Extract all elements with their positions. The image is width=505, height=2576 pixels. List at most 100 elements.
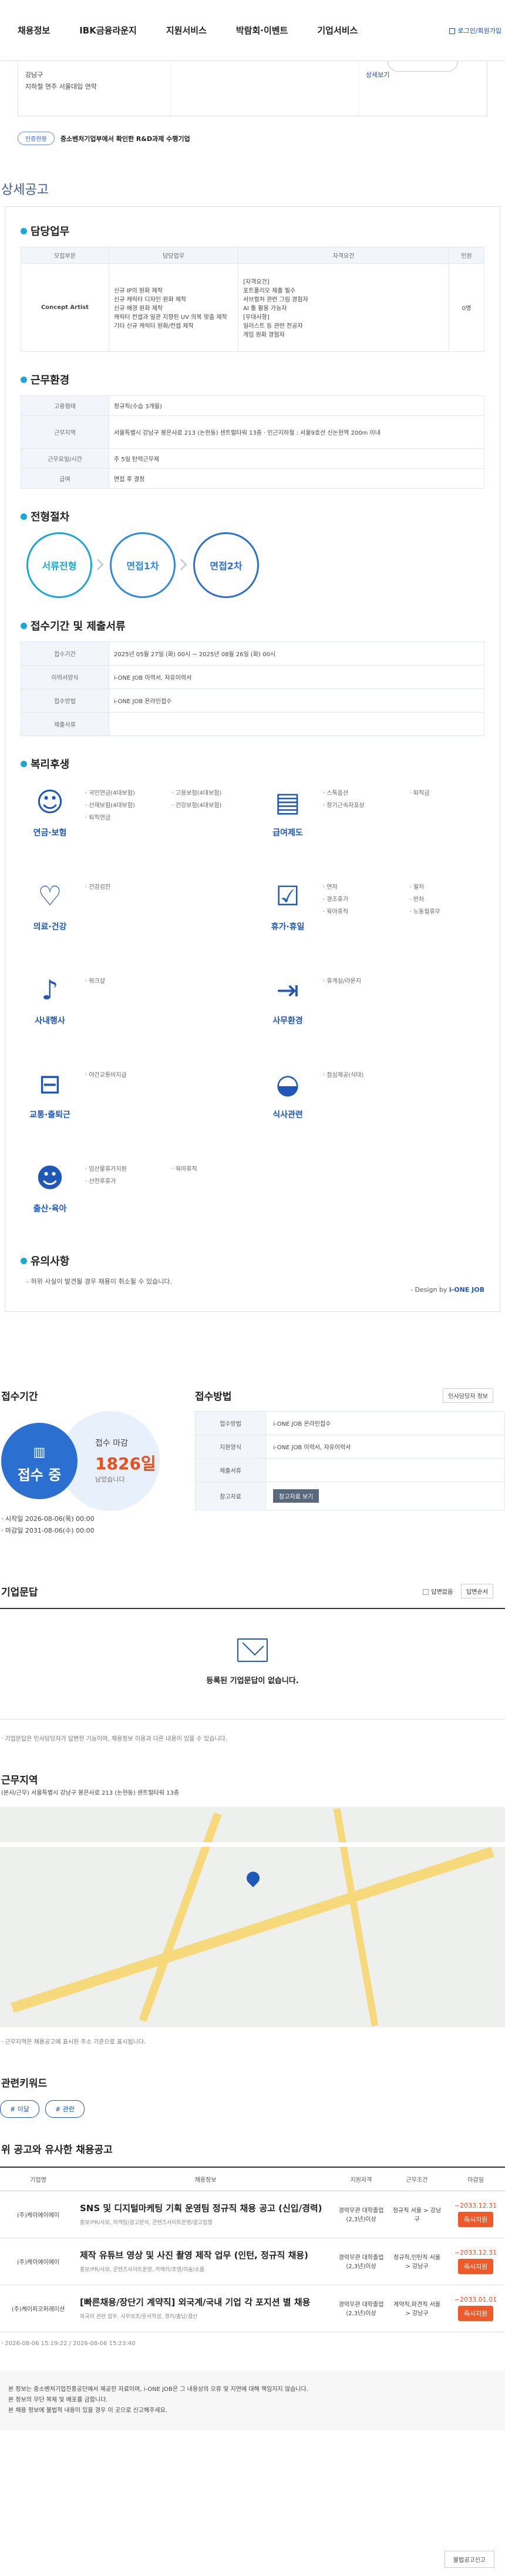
job-cond: 정규직 서울 > 강남구: [388, 2191, 446, 2238]
anon-checkbox[interactable]: 답변없음: [423, 1587, 453, 1596]
top-navigation: 채용정보 IBK금융라운지 지원서비스 박람회·이벤트 기업서비스 로그인/회원…: [0, 0, 505, 61]
login-link[interactable]: 로그인/회원가입: [449, 26, 501, 35]
menu-corporate[interactable]: 기업서비스: [317, 24, 358, 36]
table-row[interactable]: (주)케이에이에이 제작 유튜브 영상 및 사진 촬영 제작 업무 (인턴, 정…: [0, 2238, 505, 2285]
benefit-label: 의료·건강: [33, 922, 67, 932]
qa-note: · 기업문답은 인사담당자가 답변한 기능이며, 채용정보 이용과 다른 내용이…: [1, 1735, 227, 1742]
benefit-label: 식사관련: [272, 1110, 303, 1120]
benefit-item: 워크샵: [85, 976, 160, 985]
map-road: [0, 1842, 505, 1847]
cond-value: 면접 후 결정: [109, 468, 484, 489]
menu-support[interactable]: 지원서비스: [166, 24, 207, 36]
menu-events[interactable]: 박람회·이벤트: [236, 24, 288, 36]
keyword-pill[interactable]: # 관련: [45, 2100, 85, 2118]
job-qual: 경력무관 대학졸업(2,3년)이상: [335, 2191, 388, 2238]
cond-key: 근무요일/시간: [21, 448, 109, 469]
benefit-item: 장기근속자포상: [323, 800, 398, 809]
receipt-method: 접수방법 인사담당자 정보 접수방법 i-ONE JOB 온라인접수 지원양식 i-…: [195, 1388, 505, 1537]
deadline-text: ~2033.12.31: [454, 2248, 497, 2256]
job-title[interactable]: [빠른채용/장단기 계약직] 외국계/국내 기업 각 포지션 별 채용: [80, 2296, 331, 2309]
cond-key: 고용형태: [21, 395, 109, 416]
apply-button[interactable]: 즉시지원: [457, 2211, 494, 2227]
job-cond: 정규직,인턴직 서울 > 강남구: [388, 2238, 446, 2285]
company-name[interactable]: (주)케이에이에이: [0, 2191, 76, 2238]
detail-link[interactable]: 상세보기: [366, 71, 389, 79]
benefit-items: 연차 월차경조휴가 반차육아휴직 노동절휴무: [323, 877, 484, 948]
qa-sort-select[interactable]: 답변순서: [461, 1583, 493, 1598]
method-value: i-ONE JOB 온라인접수: [265, 1411, 505, 1435]
report-button[interactable]: 불법공고신고: [444, 2551, 494, 2568]
benefit-group: ☻ 출산·육아 임산물휴가지원 육아휴직산전후휴가: [21, 1159, 247, 1230]
menu-lounge[interactable]: IBK금융라운지: [79, 24, 137, 36]
login-label: 로그인/회원가입: [457, 27, 501, 35]
job-title[interactable]: 제작 유튜브 영상 및 사진 촬영 제작 업무 (인턴, 정규직 채용): [80, 2249, 331, 2262]
table-row[interactable]: (주)케이에이에이 SNS 및 디지털마케팅 기획 운영팀 정규직 채용 공고 …: [0, 2191, 505, 2238]
receipt-dates: · 시작일 2026-08-06(목) 00:00 · 마감일 2031-08-…: [1, 1513, 195, 1537]
job-sub: 외국어 관련 업무, 사무보조/문서작성, 경리/출납/결산: [80, 2314, 198, 2320]
step-label: 서류전형: [42, 560, 77, 572]
job-cell: 제작 유튜브 영상 및 사진 촬영 제작 업무 (인턴, 정규직 채용) 홍보/P…: [76, 2238, 335, 2285]
benefit-item: 산전후휴가: [85, 1176, 160, 1185]
benefit-icon-wrap: ☻ 출산·육아: [21, 1159, 79, 1230]
location-address: (본사/근무) 서울특별시 강남구 봉은사로 213 (논현동) 센트럴타워 1…: [1, 1789, 180, 1796]
company-name[interactable]: (주)케이피코퍼레이션: [0, 2285, 76, 2332]
apply-button[interactable]: 즉시지원: [457, 2258, 494, 2274]
cond-key: 급여: [21, 468, 109, 489]
keyword-pill[interactable]: # 이달: [0, 2100, 39, 2118]
timestamp: · 2026-08-06 15:19:22 / 2026-08-06 15:23…: [1, 2340, 136, 2347]
qa-heading: 기업문답: [1, 1586, 38, 1598]
info-value: [109, 712, 484, 736]
blank-cell: [171, 61, 359, 116]
step-1: 서류전형: [26, 532, 104, 598]
benefit-items: 워크샵: [85, 971, 247, 1042]
detail-title: 상세공고: [1, 183, 49, 197]
keywords-heading: 관련키워드: [1, 2077, 48, 2090]
col-count: 인원: [449, 247, 484, 264]
method-key: 지원양식: [195, 1435, 266, 1459]
benefit-item: 점심제공(식대): [323, 1070, 398, 1079]
benefit-item: 노동절휴무: [410, 906, 485, 915]
menu-jobs[interactable]: 채용정보: [18, 24, 50, 36]
bowl-icon: ◒: [275, 1068, 300, 1100]
method-key: 참고자료: [195, 1482, 266, 1510]
address-line1: 강남구: [25, 71, 43, 79]
apply-button[interactable]: 즉시지원: [457, 2305, 494, 2321]
benefit-group: ♡ 의료·건강 건강검진: [21, 877, 247, 948]
job-qual: 경력무관 대학졸업(2,3년)이상: [335, 2238, 388, 2285]
req-item: [자격요건]: [243, 279, 270, 286]
duty-tasks: 신규 IP의 원화 제작 신규 캐릭터 디자인 원화 제작 신규 배경 원화 제…: [109, 263, 238, 352]
benefit-item: 고용보험(4대보험): [172, 788, 247, 797]
benefit-label: 출산·육아: [33, 1204, 67, 1214]
benefit-icon-wrap: ▤ 급여제도: [258, 783, 317, 854]
book-icon: ▥: [33, 1445, 46, 1460]
job-title[interactable]: SNS 및 디지털마케팅 기획 운영팀 정규직 채용 공고 (신입/경력): [80, 2202, 331, 2215]
qa-controls: 답변없음 답변순서: [423, 1583, 493, 1598]
benefit-icon-wrap: ♡ 의료·건강: [21, 877, 79, 948]
duty-requirements: [자격요건] 포트폴리오 제출 필수 서브컬처 관련 그림 경험자 AI 툴 활…: [238, 263, 449, 352]
col-company: 기업명: [0, 2166, 76, 2191]
col-cond: 근무조건: [388, 2166, 446, 2191]
method-key: 제출서류: [195, 1458, 266, 1482]
design-prefix: - Design by: [410, 1286, 449, 1294]
benefit-item: 임산물휴가지원: [85, 1164, 160, 1173]
apply-info-heading-text: 접수기간 및 제출서류: [31, 620, 126, 633]
bullet-icon: [21, 622, 27, 629]
footer-notice: 본 정보는 중소벤처기업진흥공단에서 제공한 자료이며, i-ONE JOB은 …: [0, 2370, 505, 2430]
qa-empty-box: 등록된 기업문답이 없습니다.: [0, 1607, 505, 1719]
col-deadline: 마감일: [446, 2166, 505, 2191]
chevron-right-icon: [176, 559, 187, 570]
job-qual: 경력무관 대학졸업(2,3년)이상: [335, 2285, 388, 2332]
benefits-heading: 복리후생: [21, 756, 484, 771]
design-credit: - Design by i-ONE JOB: [21, 1286, 484, 1294]
req-item: 서브컬처 관련 그림 경험자: [243, 297, 308, 303]
cond-value: 서울특별시 강남구 봉은사로 213 (논현동) 센트럴타워 13층 · 인근지…: [109, 415, 484, 449]
address-line2: 지하철 연주 서울대입 연락: [25, 82, 97, 90]
reference-button[interactable]: 참고자료 보기: [273, 1489, 319, 1503]
table-row[interactable]: (주)케이피코퍼레이션 [빠른채용/장단기 계약직] 외국계/국내 기업 각 포…: [0, 2285, 505, 2332]
benefit-items: 스톡옵션 퇴직금장기근속자포상: [323, 783, 484, 854]
company-name[interactable]: (주)케이에이에이: [0, 2238, 76, 2285]
location-map[interactable]: [0, 1806, 505, 2027]
design-brand: i-ONE JOB: [449, 1286, 484, 1294]
hr-contact-select[interactable]: 인사담당자 정보: [443, 1388, 493, 1403]
info-key: 제출서류: [21, 712, 109, 736]
